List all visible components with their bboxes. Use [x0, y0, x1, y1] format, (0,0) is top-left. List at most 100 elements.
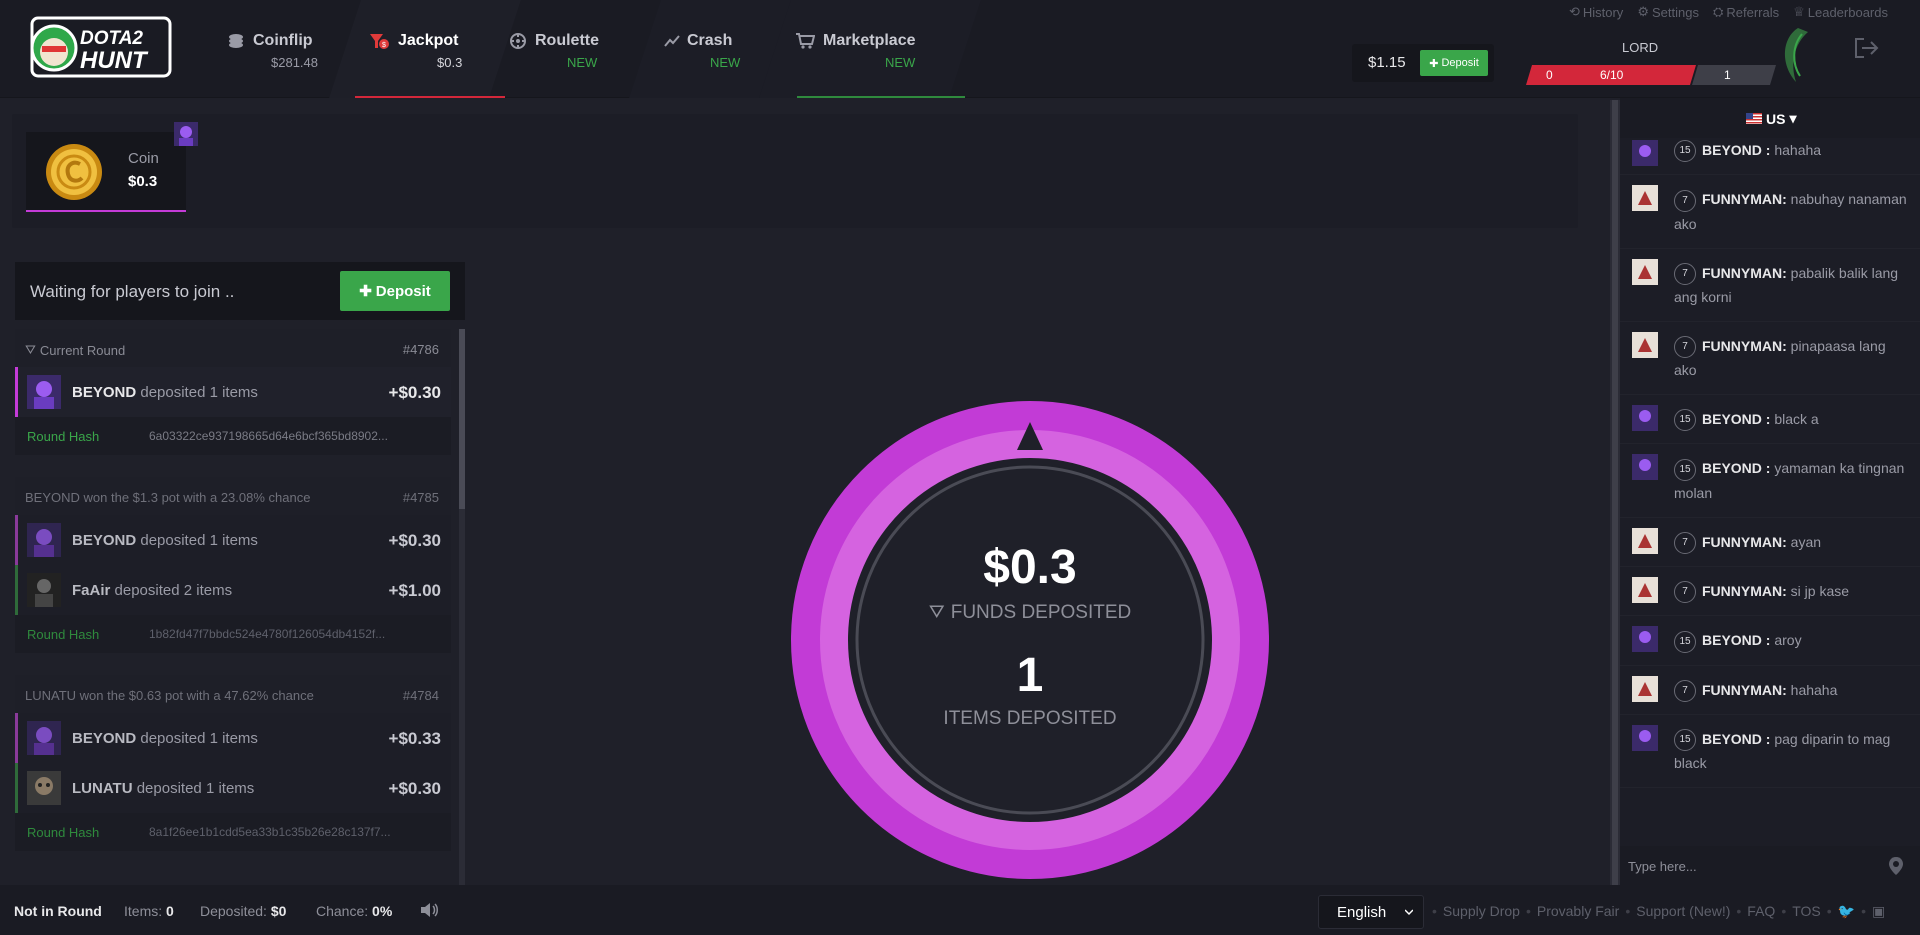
deposit-amount: +$0.30 [388, 531, 441, 550]
active-tab-underline [355, 96, 505, 98]
us-flag-icon [1746, 113, 1762, 124]
chat-language: US [1766, 110, 1786, 127]
chat-username[interactable]: BEYOND : [1702, 731, 1770, 747]
user-avatar [1632, 331, 1658, 358]
round-header: BEYOND won the $1.3 pot with a 23.08% ch… [15, 477, 451, 515]
header-deposit-button[interactable]: ✚ Deposit [1420, 50, 1488, 76]
scrollbar-thumb[interactable] [459, 329, 465, 509]
level-badge: 7 [1674, 679, 1696, 702]
leaderboards-link[interactable]: ♕ Leaderboards [1793, 4, 1888, 20]
deposit-amount: +$1.00 [388, 581, 441, 600]
deposited-stat: Deposited: $0 [200, 903, 286, 919]
deposit-desc: deposited 2 items [114, 582, 233, 599]
tab-marketplace[interactable]: Marketplace NEW [759, 0, 981, 98]
chat-username[interactable]: BEYOND : [1702, 142, 1770, 158]
chat-messages[interactable]: 15 BEYOND : hahaha 7 FUNNYMAN: nabuhay nan… [1620, 138, 1920, 789]
user-avatar [1632, 405, 1658, 432]
referrals-link[interactable]: ⛭ Referrals [1713, 4, 1779, 20]
chat-username[interactable]: FUNNYMAN: [1702, 191, 1787, 207]
user-avatar [1632, 724, 1658, 751]
round-hash-value: 1b82fd47f7bbdc524e4780f126054db4152f... [149, 627, 386, 641]
site-logo[interactable]: DOTA2 HUNT [28, 12, 176, 84]
supply-drop-link[interactable]: Supply Drop [1443, 903, 1520, 920]
language-select[interactable]: English [1318, 895, 1424, 929]
tab-roulette[interactable]: Roulette NEW [505, 0, 645, 98]
tab-label: Coinflip [253, 32, 313, 49]
player-name: FaAir [72, 582, 111, 599]
tos-link[interactable]: TOS [1792, 903, 1821, 920]
player-name: LUNATU [72, 780, 133, 797]
round-hash-row[interactable]: Round Hash 1b82fd47f7bbdc524e4780f126054… [15, 615, 451, 653]
deposit-amount: +$0.30 [388, 383, 441, 402]
steam-icon[interactable]: ▣ [1872, 903, 1885, 920]
chat-message: 15 BEYOND : black a [1620, 395, 1920, 445]
round-title: BEYOND won the $1.3 pot with a 23.08% ch… [25, 490, 311, 505]
player-name: BEYOND [72, 730, 137, 747]
chat-username[interactable]: FUNNYMAN: [1702, 682, 1787, 698]
chat-language-picker[interactable]: US ▾ [1746, 110, 1796, 127]
chat-message: 15 BEYOND : aroy [1620, 616, 1920, 666]
twitter-icon[interactable]: 🐦 [1838, 903, 1855, 920]
player-avatar [27, 523, 61, 557]
footer-links: • Supply Drop • Provably Fair • Support (Ne… [1432, 903, 1886, 920]
balance-box: $1.15 ✚ Deposit [1352, 44, 1494, 82]
chat-input[interactable] [1628, 854, 1878, 878]
referrals-icon: ⛭ [1712, 4, 1724, 19]
history-link[interactable]: ⟲ History [1569, 4, 1623, 20]
level-badge: 7 [1674, 262, 1696, 285]
tab-crash[interactable]: Crash NEW [629, 0, 791, 98]
deposit-button[interactable]: ✚ Deposit [340, 271, 450, 311]
logo-text-1: DOTA2 [80, 28, 143, 49]
deposit-desc: deposited 1 items [136, 780, 255, 797]
chat-username[interactable]: BEYOND : [1702, 632, 1770, 648]
chat-message: 7 FUNNYMAN: ayan [1620, 518, 1920, 568]
round-title: LUNATU won the $0.63 pot with a 47.62% c… [25, 688, 314, 703]
waiting-text: Waiting for players to join .. [30, 282, 235, 301]
funds-label-text: FUNDS DEPOSITED [950, 602, 1132, 623]
round-id: #4784 [402, 688, 439, 703]
tab-coinflip[interactable]: Coinflip $281.48 [205, 0, 345, 98]
chat-username[interactable]: BEYOND : [1702, 460, 1770, 476]
level-progress-text: 6/10 [1600, 68, 1624, 82]
page-scrollbar[interactable] [1610, 100, 1620, 885]
tab-jackpot[interactable]: $ Jackpot $0.3 [329, 0, 521, 98]
map-pin-icon[interactable] [1888, 856, 1904, 876]
deposited-label: Deposited: [200, 903, 267, 919]
chat-username[interactable]: FUNNYMAN: [1702, 583, 1787, 599]
chat-text: hahaha [1790, 681, 1838, 698]
history-scrollbar[interactable] [459, 329, 465, 885]
chat-username[interactable]: FUNNYMAN: [1702, 534, 1787, 550]
round-hash-row[interactable]: Round Hash 8a1f26ee1b1cdd5ea33b1c35b26e2… [15, 813, 451, 851]
jackpot-icon: ⛛ [928, 602, 945, 623]
chat-username[interactable]: FUNNYMAN: [1702, 338, 1787, 354]
chat-username[interactable]: FUNNYMAN: [1702, 265, 1787, 281]
pot-item-card[interactable]: Coin $0.3 [26, 122, 198, 212]
user-avatar[interactable] [1768, 24, 1824, 86]
round-id: #4786 [402, 342, 439, 357]
chat-message: 15 BEYOND : pag diparin to mag black [1620, 715, 1920, 789]
items-count: 1 [1016, 649, 1044, 702]
round-id: #4785 [402, 490, 439, 505]
settings-link[interactable]: ⚙ Settings [1637, 4, 1699, 20]
round-hash-row[interactable]: Round Hash 6a03322ce937198665d64e6bcf365… [15, 417, 451, 455]
volume-icon[interactable] [420, 902, 440, 918]
items-value: 0 [166, 903, 174, 919]
support-link[interactable]: Support (New!) [1636, 903, 1730, 920]
logout-icon[interactable] [1852, 36, 1880, 60]
deposit-desc: deposited 1 items [140, 384, 258, 401]
scrollbar-thumb[interactable] [1612, 100, 1618, 885]
plus-icon: ✚ [1429, 57, 1439, 70]
chat-message: 15 BEYOND : hahaha [1620, 138, 1920, 176]
tab-underline [797, 96, 965, 98]
level-badge: 15 [1674, 409, 1696, 432]
round-card: BEYOND won the $1.3 pot with a 23.08% ch… [15, 477, 451, 653]
round-card: LUNATU won the $0.63 pot with a 47.62% c… [15, 675, 451, 851]
user-avatar [1632, 626, 1658, 653]
round-hash-label: Round Hash [27, 429, 100, 444]
level-badge: 15 [1674, 630, 1696, 653]
chat-username[interactable]: BEYOND : [1702, 411, 1770, 427]
provably-fair-link[interactable]: Provably Fair [1537, 903, 1619, 920]
round-history[interactable]: ⛛ Current Round #4786 BEYOND deposited 1 … [15, 329, 465, 885]
faq-link[interactable]: FAQ [1747, 903, 1775, 920]
user-avatar [1632, 527, 1658, 554]
